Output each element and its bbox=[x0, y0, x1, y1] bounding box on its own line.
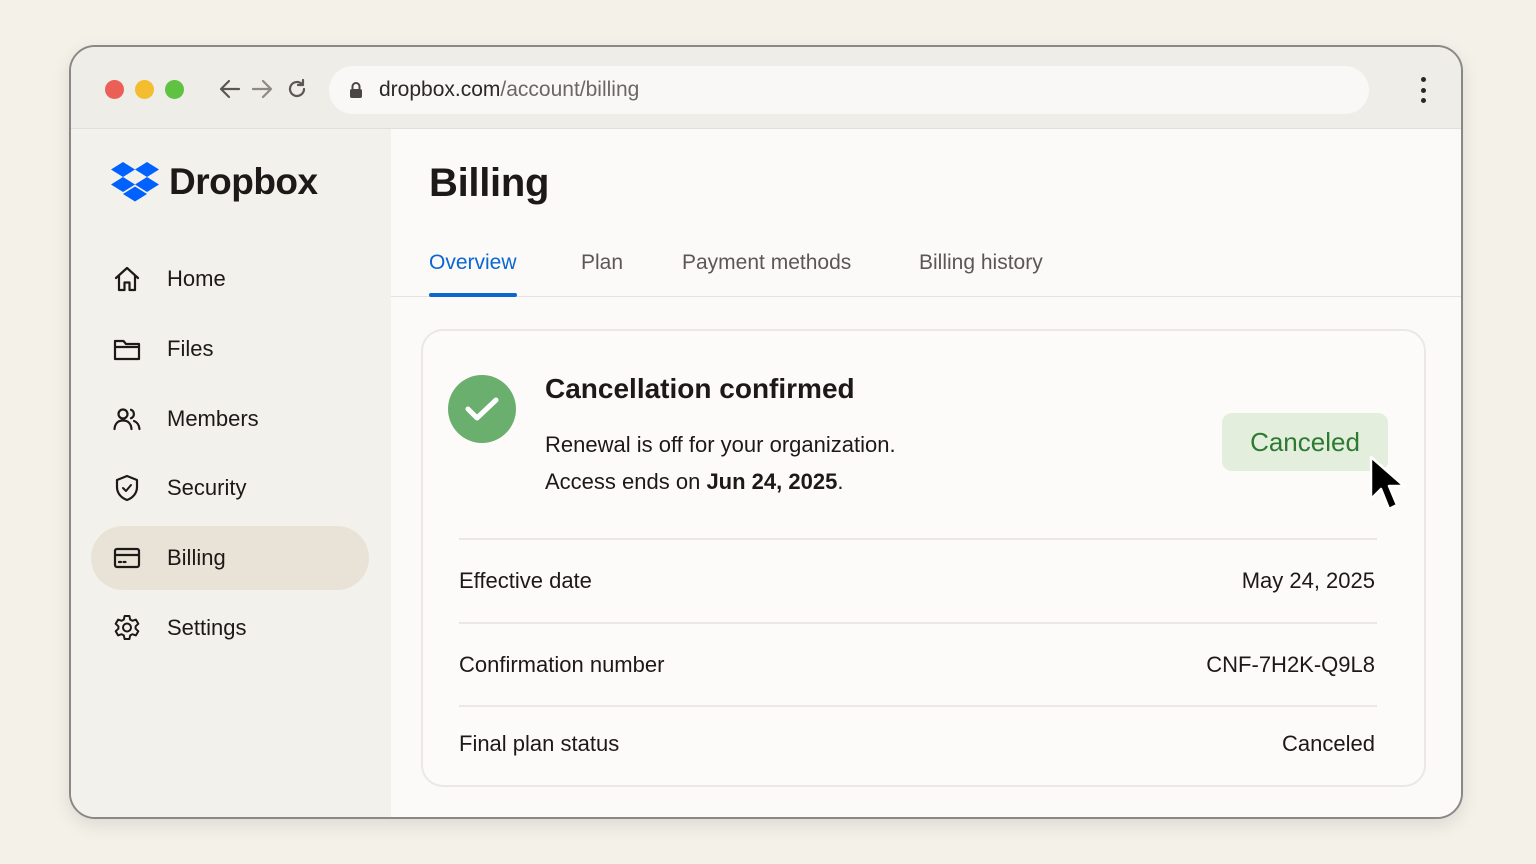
mouse-pointer-icon bbox=[1369, 455, 1406, 511]
page-title: Billing bbox=[429, 161, 550, 205]
sidebar-item-files[interactable]: Files bbox=[91, 317, 369, 381]
access-end-suffix: . bbox=[837, 469, 844, 494]
renewal-status-text: Renewal is off for your organization. bbox=[545, 432, 896, 457]
tab-billing-history[interactable]: Billing history bbox=[919, 251, 1043, 297]
home-icon bbox=[111, 263, 143, 295]
sidebar-item-label: Home bbox=[167, 266, 226, 291]
detail-value: May 24, 2025 bbox=[1241, 568, 1375, 593]
card-title: Cancellation confirmed bbox=[545, 373, 855, 404]
sidebar-nav: Home Files Members Security Billing Sett… bbox=[91, 247, 369, 666]
check-circle-icon bbox=[448, 375, 516, 443]
detail-row-final-plan-status: Final plan status Canceled bbox=[459, 705, 1377, 781]
detail-row-effective-date: Effective date May 24, 2025 bbox=[459, 538, 1377, 622]
access-end-text: Access ends on Jun 24, 2025. bbox=[545, 463, 896, 500]
url-path: /account/billing bbox=[500, 78, 640, 101]
dropbox-logo-icon bbox=[111, 162, 159, 202]
lock-icon bbox=[349, 81, 365, 99]
sidebar-item-label: Security bbox=[167, 475, 247, 501]
minimize-window-button[interactable] bbox=[135, 80, 154, 99]
maximize-window-button[interactable] bbox=[165, 80, 184, 99]
forward-arrow-icon[interactable] bbox=[248, 75, 276, 103]
card-description: Renewal is off for your organization. Ac… bbox=[545, 426, 896, 500]
address-bar[interactable]: dropbox.com/account/billing bbox=[329, 66, 1369, 114]
sidebar: Dropbox Home Files Members Security Bill… bbox=[71, 129, 391, 817]
sidebar-item-label: Billing bbox=[167, 545, 226, 571]
close-window-button[interactable] bbox=[105, 80, 124, 99]
users-icon bbox=[111, 403, 143, 435]
sidebar-item-billing[interactable]: Billing bbox=[91, 526, 369, 591]
back-arrow-icon[interactable] bbox=[216, 75, 244, 103]
browser-toolbar: dropbox.com/account/billing bbox=[71, 47, 1461, 129]
sidebar-item-label: Settings bbox=[167, 614, 247, 640]
credit-card-icon bbox=[111, 542, 143, 574]
browser-window: dropbox.com/account/billing Dropbox Home… bbox=[69, 45, 1463, 819]
tab-plan[interactable]: Plan bbox=[581, 251, 623, 297]
sidebar-item-label: Files bbox=[167, 335, 214, 361]
access-end-date: Jun 24, 2025 bbox=[706, 469, 838, 494]
kebab-menu-icon[interactable] bbox=[1419, 77, 1427, 103]
sidebar-item-label: Members bbox=[167, 405, 259, 431]
sidebar-item-settings[interactable]: Settings bbox=[91, 596, 369, 660]
tab-payment-methods[interactable]: Payment methods bbox=[682, 251, 851, 297]
url-domain: dropbox.com bbox=[379, 78, 501, 101]
gear-icon bbox=[111, 612, 143, 644]
status-badge: Canceled bbox=[1222, 413, 1388, 471]
detail-row-confirmation-number: Confirmation number CNF-7H2K-Q9L8 bbox=[459, 622, 1377, 705]
detail-label: Effective date bbox=[459, 568, 592, 593]
detail-value: CNF-7H2K-Q9L8 bbox=[1206, 651, 1375, 677]
url-text: dropbox.com/account/billing bbox=[379, 78, 639, 102]
brand-logo[interactable]: Dropbox bbox=[111, 161, 318, 203]
sidebar-item-security[interactable]: Security bbox=[91, 456, 369, 520]
detail-value: Canceled bbox=[1282, 731, 1375, 756]
detail-label: Final plan status bbox=[459, 731, 620, 756]
folder-icon bbox=[111, 333, 143, 365]
main-content: Billing Overview Plan Payment methods Bi… bbox=[391, 129, 1461, 817]
sidebar-item-home[interactable]: Home bbox=[91, 247, 369, 311]
details-list: Effective date May 24, 2025 Confirmation… bbox=[459, 538, 1377, 781]
cancellation-card: Cancellation confirmed Renewal is off fo… bbox=[421, 329, 1426, 787]
access-end-prefix: Access ends on bbox=[545, 469, 707, 494]
shield-icon bbox=[111, 472, 143, 504]
tab-overview[interactable]: Overview bbox=[429, 251, 517, 297]
reload-icon[interactable] bbox=[283, 75, 311, 103]
brand-name: Dropbox bbox=[169, 161, 318, 202]
tab-bar: Overview Plan Payment methods Billing hi… bbox=[391, 233, 1461, 297]
sidebar-item-members[interactable]: Members bbox=[91, 387, 369, 451]
detail-label: Confirmation number bbox=[459, 651, 665, 677]
